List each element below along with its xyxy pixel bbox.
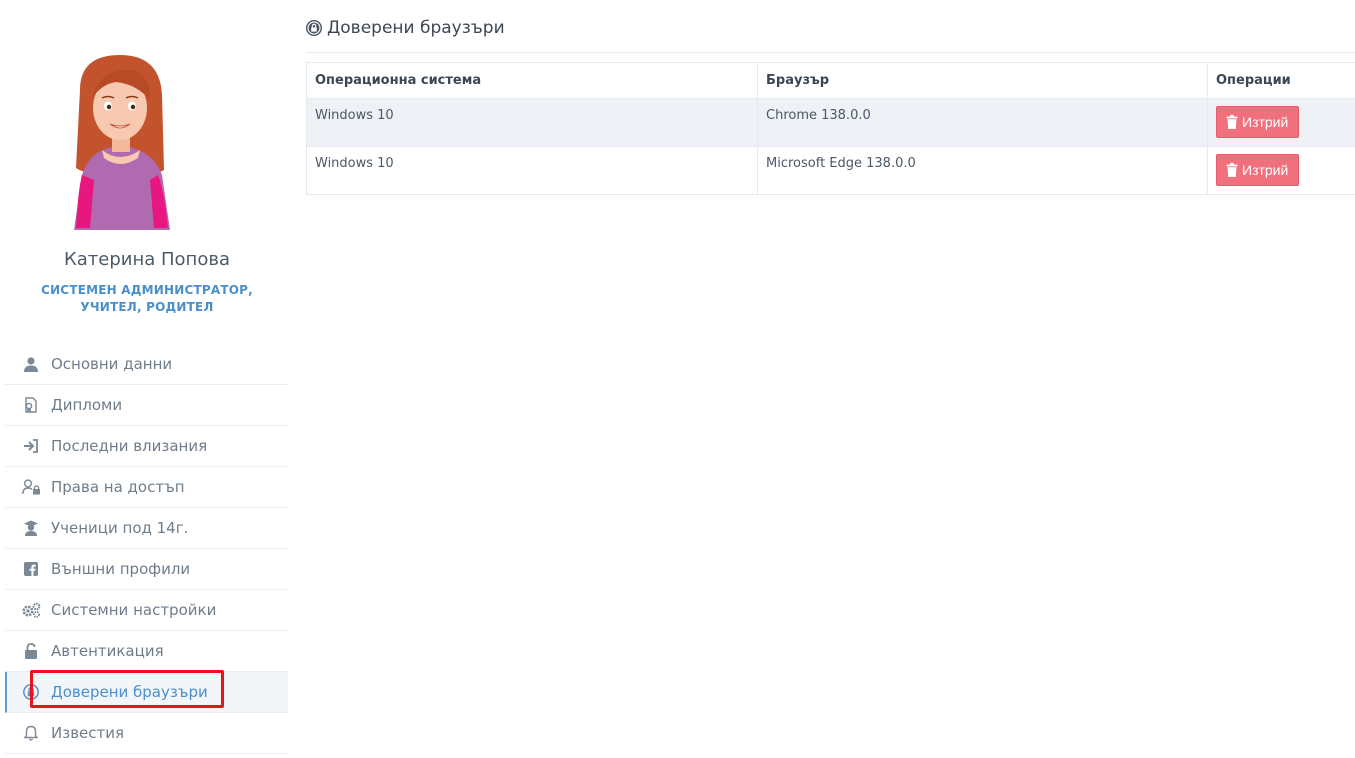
title-divider	[306, 52, 1355, 53]
sidebar-menu: Основни данни Дипломи Последни влизания …	[5, 344, 288, 754]
sidebar-item-diplomas[interactable]: Дипломи	[5, 385, 288, 426]
sign-in-icon	[21, 438, 41, 454]
delete-button-label: Изтрий	[1242, 162, 1289, 178]
delete-button-label: Изтрий	[1242, 114, 1289, 130]
sidebar-item-label: Автентикация	[51, 642, 164, 660]
sidebar-item-label: Последни влизания	[51, 437, 208, 455]
page-title: Доверени браузъри	[306, 16, 505, 40]
sidebar-item-trusted-browsers[interactable]: Доверени браузъри	[5, 670, 288, 713]
cell-operations: Изтрий	[1207, 98, 1355, 147]
graduate-icon	[21, 520, 41, 536]
cell-os: Windows 10	[306, 146, 758, 195]
cell-browser-text: Chrome 138.0.0	[766, 108, 871, 123]
lock-circle-icon	[21, 684, 41, 700]
diploma-icon	[21, 397, 41, 413]
sidebar-item-label: Права на достъп	[51, 478, 185, 496]
user-icon	[21, 356, 41, 372]
sidebar: Катерина Попова СИСТЕМЕН АДМИНИСТРАТОР, …	[0, 0, 295, 758]
trash-icon	[1226, 163, 1238, 177]
profile-name: Катерина Попова	[64, 249, 230, 270]
cell-browser: Chrome 138.0.0	[757, 98, 1208, 147]
sidebar-item-external-profiles[interactable]: Външни профили	[5, 549, 288, 590]
sidebar-item-authentication[interactable]: Автентикация	[5, 631, 288, 672]
sidebar-item-label: Външни профили	[51, 560, 191, 578]
column-header-os: Операционна система	[306, 62, 758, 99]
cell-os: Windows 10	[306, 98, 758, 147]
cell-os-text: Windows 10	[315, 108, 394, 123]
sidebar-item-access-rights[interactable]: Права на достъп	[5, 467, 288, 508]
delete-button[interactable]: Изтрий	[1216, 154, 1300, 186]
user-lock-icon	[21, 479, 41, 495]
profile-roles: СИСТЕМЕН АДМИНИСТРАТОР, УЧИТЕЛ, РОДИТЕЛ	[41, 283, 253, 314]
trusted-browsers-table: Операционна система Браузър Операции Win…	[306, 62, 1355, 195]
gears-icon	[21, 602, 41, 618]
lock-circle-icon	[306, 20, 322, 36]
sidebar-item-students-under-14[interactable]: Ученици под 14г.	[5, 508, 288, 549]
sidebar-item-label: Дипломи	[51, 396, 123, 414]
sidebar-item-notifications[interactable]: Известия	[5, 713, 288, 754]
sidebar-item-label: Доверени браузъри	[51, 683, 208, 701]
sidebar-item-label: Системни настройки	[51, 601, 217, 619]
facebook-icon	[21, 561, 41, 577]
bell-icon	[21, 725, 41, 741]
sidebar-item-label: Известия	[51, 724, 125, 742]
sidebar-item-basic-data[interactable]: Основни данни	[5, 344, 288, 385]
cell-browser: Microsoft Edge 138.0.0	[757, 146, 1208, 195]
trash-icon	[1226, 115, 1238, 129]
table-row: Windows 10 Microsoft Edge 138.0.0 Изтрий	[306, 146, 1355, 195]
cell-os-text: Windows 10	[315, 156, 394, 171]
table-header-row: Операционна система Браузър Операции	[306, 62, 1355, 99]
table-row: Windows 10 Chrome 138.0.0 Изтрий	[306, 98, 1355, 147]
delete-button[interactable]: Изтрий	[1216, 106, 1300, 138]
page-title-text: Доверени браузъри	[327, 18, 505, 38]
sidebar-item-label: Ученици под 14г.	[51, 519, 189, 537]
main-content: Доверени браузъри Операционна система Бр…	[306, 0, 1355, 758]
column-header-operations: Операции	[1207, 62, 1355, 99]
cell-operations: Изтрий	[1207, 146, 1355, 195]
avatar	[74, 55, 170, 230]
unlock-icon	[21, 643, 41, 659]
sidebar-item-system-settings[interactable]: Системни настройки	[5, 590, 288, 631]
column-header-browser: Браузър	[757, 62, 1208, 99]
sidebar-item-last-logins[interactable]: Последни влизания	[5, 426, 288, 467]
cell-browser-text: Microsoft Edge 138.0.0	[766, 156, 916, 171]
sidebar-item-label: Основни данни	[51, 355, 173, 373]
